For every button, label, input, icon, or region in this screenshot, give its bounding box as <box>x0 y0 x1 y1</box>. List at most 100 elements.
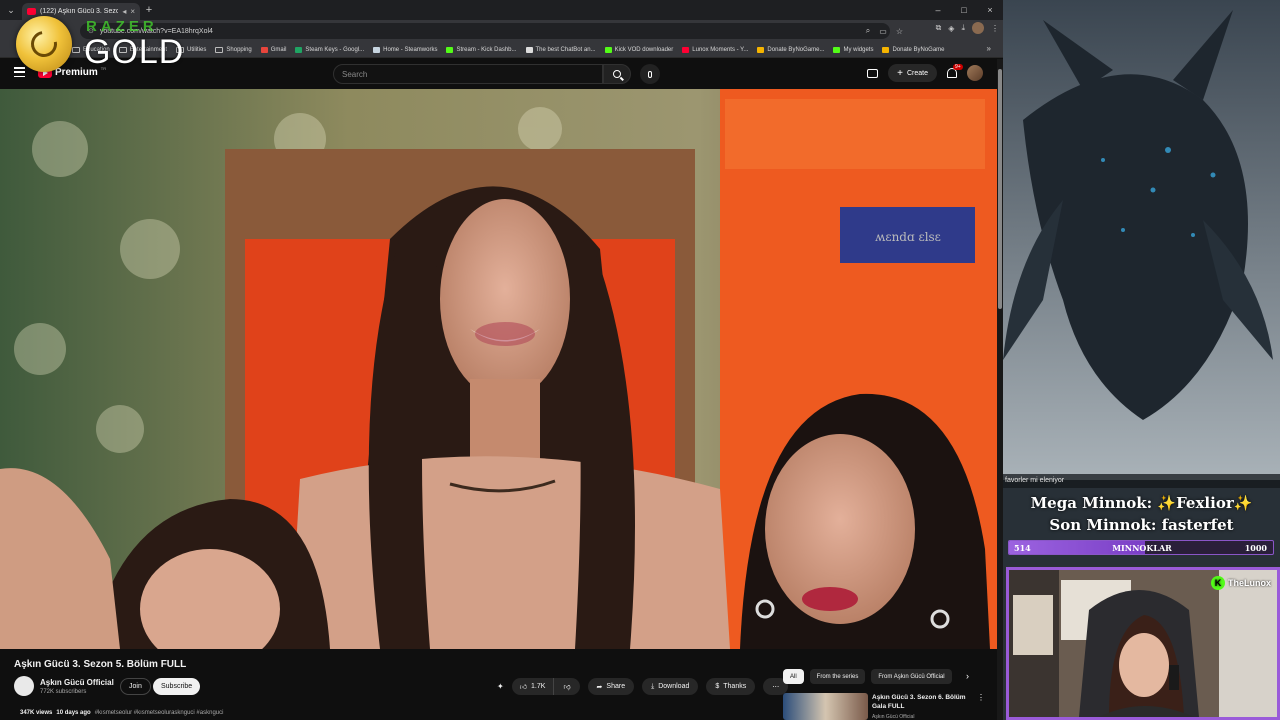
chevron-right-icon[interactable]: › <box>966 671 969 681</box>
streamer-name: TheLunox <box>1228 578 1271 588</box>
channel-name[interactable]: Aşkın Gücü Official <box>40 678 114 687</box>
bookmark-label: Home - Steamworks <box>383 46 438 53</box>
bookmark-label: My widgets <box>843 46 874 53</box>
scrollbar-thumb[interactable] <box>998 69 1002 309</box>
razer-gold-text: GOLD <box>84 33 185 71</box>
zoom-icon[interactable]: ⌕ <box>866 26 870 36</box>
bookmark-item[interactable]: Home - Steamworks <box>373 46 438 53</box>
microphone-icon <box>648 70 652 78</box>
bookmark-item[interactable]: Donate ByNoGame... <box>757 46 825 53</box>
subscriber-count: 772K subscribers <box>40 689 87 695</box>
chip-from-channel[interactable]: From Aşkın Gücü Official <box>871 669 952 684</box>
stream-overlay: favorler mi eleniyor Mega Minnok: ✨Fexli… <box>1003 0 1280 720</box>
bookmark-item[interactable]: My widgets <box>833 46 874 53</box>
kick-logo-icon: K <box>1211 576 1225 590</box>
bookmark-item[interactable]: The best ChatBot an... <box>525 46 596 53</box>
related-video-channel: Aşkın Gücü Official <box>872 714 915 720</box>
channel-avatar[interactable] <box>14 676 34 696</box>
search-icon <box>613 70 621 78</box>
cast-to-tv-icon[interactable] <box>867 68 879 78</box>
super-thanks-icon: $ <box>715 683 720 690</box>
download-icon[interactable]: ⤓ <box>961 23 965 33</box>
minnok-goal: 1000 <box>1244 543 1267 553</box>
ask-ai-icon[interactable]: ✦ <box>497 682 504 691</box>
bookmark-label: Donate ByNoGame... <box>767 46 825 53</box>
razer-gold-logo <box>16 16 72 72</box>
plus-icon: + <box>897 67 903 79</box>
bookmark-item[interactable]: Stream - Kick Dashb... <box>446 46 517 53</box>
notification-badge: 9+ <box>953 64 963 70</box>
dragon-background-art <box>1003 0 1280 480</box>
related-video-title[interactable]: Aşkın Gücü 3. Sezon 6. Bölüm Gala FULL <box>872 693 972 711</box>
search-button[interactable] <box>603 64 631 84</box>
related-filter-chips: All From the series From Aşkın Gücü Offi… <box>783 669 952 684</box>
speaker-icon[interactable]: ◂ <box>122 7 126 16</box>
video-meta[interactable]: 347K views 10 days ago #kısmetseolur #kısm… <box>20 710 223 716</box>
download-label: Download <box>658 683 690 690</box>
bookmark-item[interactable]: Steam Keys - Googl... <box>295 46 364 53</box>
close-window-icon[interactable]: × <box>977 0 1003 20</box>
tab-search-icon[interactable]: ⌄ <box>0 0 22 20</box>
folder-icon <box>215 46 224 53</box>
bookmark-label: The best ChatBot an... <box>535 46 596 53</box>
shield-icon[interactable]: ◈ <box>948 24 954 33</box>
bookmark-item[interactable]: Kick VOD downloader <box>604 46 673 53</box>
more-dots-icon: ⋯ <box>772 683 780 691</box>
bookmark-label: Gmail <box>270 46 287 53</box>
bookmark-item[interactable]: Lunox Moments - Y... <box>682 46 749 53</box>
site-favicon-icon <box>446 46 454 53</box>
cast-icon[interactable]: ▭ <box>879 27 887 36</box>
dislike-button[interactable]: 👎︎ <box>554 678 579 695</box>
upload-date: 10 days ago <box>56 710 91 716</box>
minimize-icon[interactable]: – <box>925 0 951 20</box>
tab-close-icon[interactable]: × <box>130 7 135 16</box>
browser-menu-icon[interactable]: ⋮ <box>991 24 999 33</box>
join-button[interactable]: Join <box>120 678 151 695</box>
header-actions: + Create 9+ <box>867 64 983 82</box>
bookmark-item[interactable]: Donate ByNoGame <box>882 46 945 53</box>
bookmark-label: Shopping <box>226 46 252 53</box>
share-button[interactable]: ➦ Share <box>587 678 635 695</box>
razer-snake-icon <box>25 25 63 63</box>
like-button[interactable]: 👍︎ 1.7K <box>512 678 555 695</box>
share-icon: ➦ <box>596 683 603 691</box>
bookmark-item[interactable]: Shopping <box>215 46 252 53</box>
voice-search-button[interactable] <box>640 64 660 84</box>
hamburger-menu-icon[interactable] <box>14 67 25 77</box>
related-video-thumbnail[interactable] <box>783 693 868 720</box>
chip-from-series[interactable]: From the series <box>809 669 866 684</box>
browser-window: ⌄ (122) Aşkın Gücü 3. Sezon ◂ × + – □ × … <box>0 0 1003 720</box>
window-controls: – □ × <box>925 0 1003 20</box>
bookmark-item[interactable]: Gmail <box>260 46 287 53</box>
tab-strip: ⌄ (122) Aşkın Gücü 3. Sezon ◂ × + – □ × <box>0 0 1003 20</box>
extensions-icon[interactable]: ⧉ <box>936 23 942 33</box>
search-input[interactable]: Search <box>333 64 603 84</box>
new-tab-button[interactable]: + <box>140 4 158 16</box>
site-favicon-icon <box>373 46 381 53</box>
notifications-bell-icon[interactable]: 9+ <box>947 64 963 78</box>
thumbs-down-icon: 👎︎ <box>563 684 571 691</box>
site-favicon-icon <box>757 46 765 53</box>
more-bookmarks-icon[interactable]: » <box>987 44 991 53</box>
svg-text:ʍɛndɑ ɛlsɛ: ʍɛndɑ ɛlsɛ <box>875 230 941 244</box>
bookmark-label: Utilities <box>187 46 207 53</box>
video-actions: ✦ 👍︎ 1.7K 👎︎ ➦ Share ⤓ Download $ Thanks ⋯ <box>497 678 789 695</box>
bookmark-label: Lunox Moments - Y... <box>692 46 749 53</box>
maximize-icon[interactable]: □ <box>951 0 977 20</box>
url-field[interactable]: ⊙ youtube.com/watch?v=EA18hrqXol4 <box>80 23 890 39</box>
download-button[interactable]: ⤓ Download <box>642 678 699 695</box>
related-more-icon[interactable]: ⋮ <box>977 693 985 702</box>
account-avatar[interactable] <box>967 65 983 81</box>
thanks-label: Thanks <box>723 683 747 690</box>
thanks-button[interactable]: $ Thanks <box>706 678 756 695</box>
create-button[interactable]: + Create <box>888 64 937 82</box>
hashtags: #kısmetseolur #kısmetseolurasknguci #ask… <box>94 710 224 716</box>
extensions-area: ⧉ ◈ ⤓ ⋮ <box>936 22 999 34</box>
chip-all[interactable]: All <box>783 669 804 684</box>
subscribe-button[interactable]: Subscribe <box>153 678 201 695</box>
bookmark-star-icon[interactable]: ☆ <box>896 27 903 36</box>
video-player[interactable]: ʍɛndɑ ɛlsɛ <box>0 89 997 649</box>
profile-avatar[interactable] <box>972 22 984 34</box>
like-dislike-group: 👍︎ 1.7K 👎︎ <box>511 678 580 695</box>
site-favicon-icon <box>260 46 268 53</box>
